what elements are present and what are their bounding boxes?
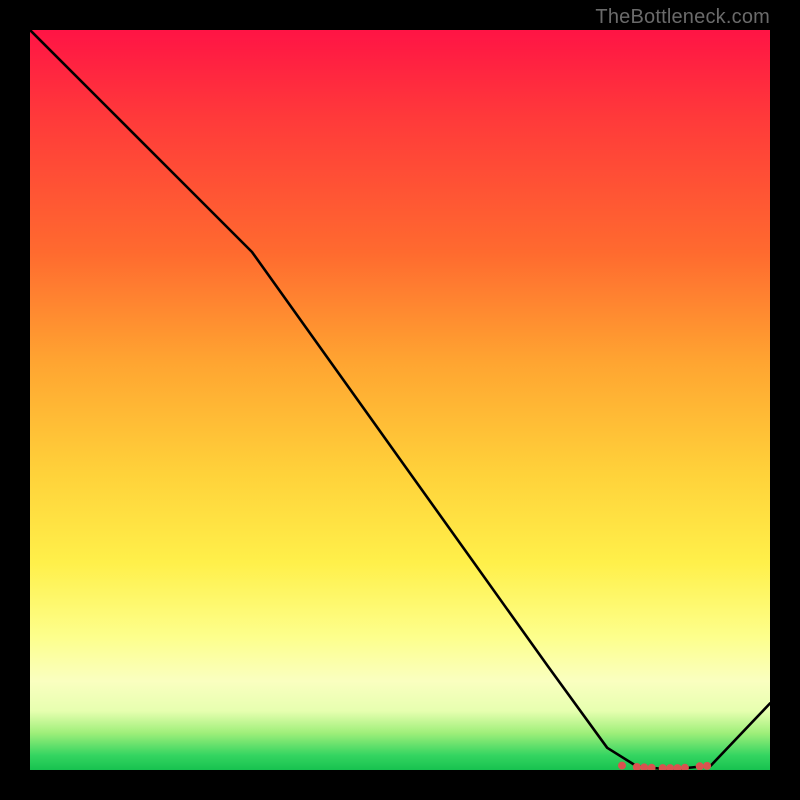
marker-dot — [659, 764, 667, 770]
chart-svg — [30, 30, 770, 770]
marker-dot — [696, 762, 704, 770]
marker-dot — [640, 763, 648, 770]
attribution-text: TheBottleneck.com — [595, 6, 770, 29]
marker-dot — [674, 764, 682, 770]
chart-frame: TheBottleneck.com — [0, 0, 800, 800]
marker-dot — [618, 762, 626, 770]
chart-line — [30, 30, 770, 769]
marker-dot — [648, 764, 656, 770]
marker-dot — [633, 763, 641, 770]
marker-dot — [666, 764, 674, 770]
marker-dot — [681, 764, 689, 770]
marker-dot — [703, 762, 711, 770]
chart-markers — [618, 762, 711, 770]
plot-area — [30, 30, 770, 770]
